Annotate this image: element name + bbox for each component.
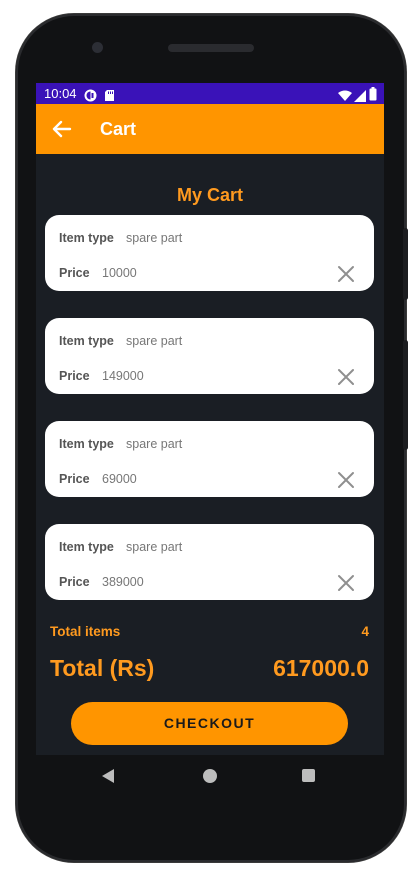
- cart-item-card: Item type spare part Price 10000: [45, 215, 374, 291]
- price-label: Price: [59, 266, 90, 280]
- item-type-label: Item type: [59, 334, 114, 348]
- price-value: 69000: [102, 472, 137, 486]
- recents-square-icon[interactable]: [302, 769, 315, 782]
- price-label: Price: [59, 369, 90, 383]
- price-value: 149000: [102, 369, 144, 383]
- total-value: 617000.0: [273, 655, 369, 681]
- price-value: 389000: [102, 575, 144, 589]
- checkout-button[interactable]: CHECKOUT: [71, 702, 348, 745]
- item-type-value: spare part: [126, 437, 183, 451]
- item-type-label: Item type: [59, 437, 114, 451]
- cart-item-card: Item type spare part Price 389000: [45, 524, 374, 600]
- item-type-value: spare part: [126, 540, 183, 554]
- earpiece-speaker: [168, 44, 254, 52]
- item-type-value: spare part: [126, 334, 183, 348]
- item-type-label: Item type: [59, 540, 114, 554]
- power-button: [403, 340, 408, 450]
- price-value: 10000: [102, 266, 137, 280]
- item-type-label: Item type: [59, 231, 114, 245]
- volume-button: [403, 228, 408, 300]
- item-type-value: spare part: [126, 231, 183, 245]
- cart-item-card: Item type spare part Price 149000: [45, 318, 374, 394]
- price-label: Price: [59, 472, 90, 486]
- page-title: My Cart: [176, 185, 243, 205]
- app-bar: Cart: [36, 104, 384, 154]
- total-label: Total (Rs): [50, 655, 155, 681]
- home-circle-icon[interactable]: [203, 769, 217, 783]
- cart-item-card: Item type spare part Price 69000: [45, 421, 374, 497]
- status-bar: 10:04: [36, 83, 384, 104]
- remove-item-icon[interactable]: [335, 469, 357, 491]
- status-time: 10:04: [44, 86, 77, 101]
- total-items-value: 4: [361, 624, 369, 639]
- app-bar-title: Cart: [100, 119, 137, 139]
- remove-item-icon[interactable]: [335, 263, 357, 285]
- back-triangle-icon[interactable]: [102, 769, 114, 783]
- front-camera: [92, 42, 103, 53]
- app-screen: 10:04 Cart My Cart Item type spare part …: [36, 83, 384, 755]
- remove-item-icon[interactable]: [335, 572, 357, 594]
- total-items-label: Total items: [50, 624, 121, 639]
- arrow-left-icon[interactable]: [50, 117, 74, 141]
- system-nav-bar: [36, 755, 384, 797]
- remove-item-icon[interactable]: [335, 366, 357, 388]
- price-label: Price: [59, 575, 90, 589]
